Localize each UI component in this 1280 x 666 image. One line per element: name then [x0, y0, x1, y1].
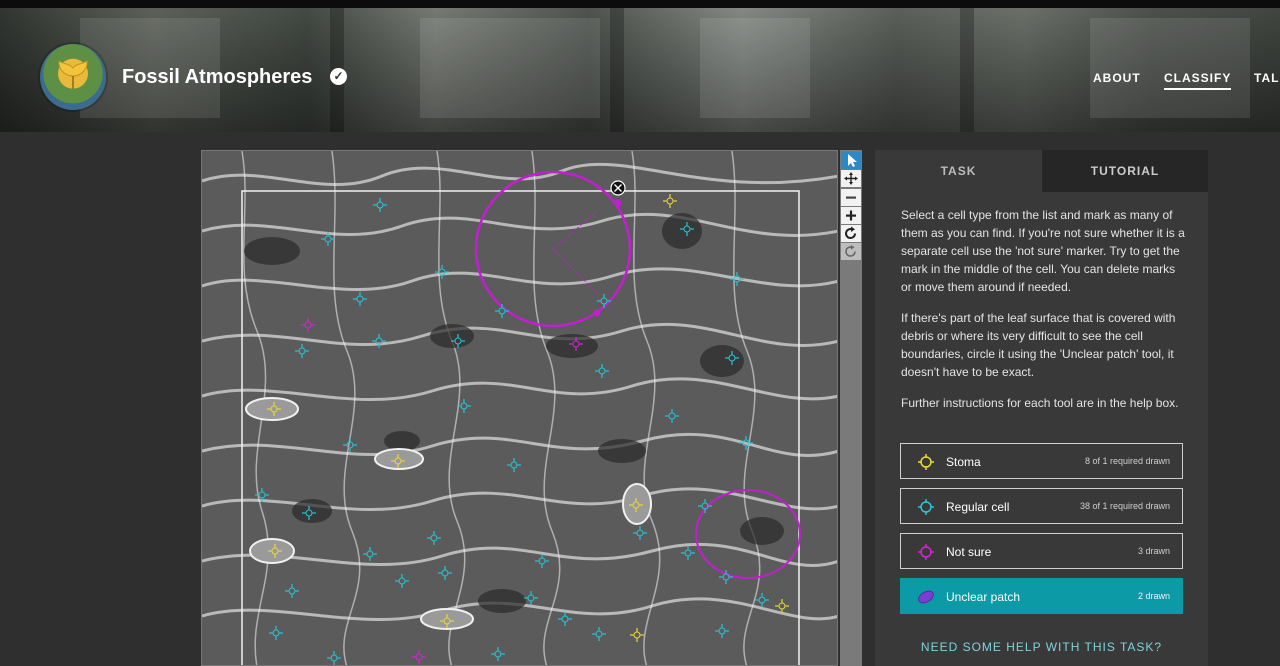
move-icon[interactable] [841, 170, 861, 187]
project-title[interactable]: Fossil Atmospheres [122, 66, 312, 89]
task-tabs: TASK TUTORIAL [875, 150, 1208, 192]
ginkgo-leaf-icon [58, 60, 88, 89]
ellipse-icon [918, 590, 934, 604]
verified-badge-icon: ✓ [330, 68, 347, 85]
header-background-window [700, 18, 810, 118]
tab-task[interactable]: TASK [875, 150, 1042, 192]
task-panel: TASK TUTORIAL Select a cell type from th… [875, 150, 1208, 666]
tool-count: 38 of 1 required drawn [1079, 501, 1170, 511]
tool-count: 3 drawn [1137, 546, 1170, 556]
header-background-window [1090, 18, 1250, 118]
help-link[interactable]: NEED SOME HELP WITH THIS TASK? [875, 640, 1208, 654]
crosshair-icon [918, 454, 934, 470]
nav-talk[interactable]: TALK [1254, 71, 1280, 85]
tool-stoma-button[interactable]: Stoma 8 of 1 required drawn [900, 443, 1183, 479]
delete-mark-icon[interactable] [610, 180, 626, 196]
header-background-column [610, 8, 624, 132]
crosshair-icon [918, 499, 934, 515]
pointer-icon[interactable] [841, 152, 861, 169]
zoom-in-icon[interactable] [841, 207, 861, 224]
tool-count: 2 drawn [1137, 591, 1170, 601]
zoom-out-icon[interactable] [841, 189, 861, 206]
nav-classify[interactable]: CLASSIFY [1164, 71, 1232, 90]
task-instructions-1: Select a cell type from the list and mar… [901, 208, 1185, 294]
project-header: Fossil Atmospheres ✓ ABOUT CLASSIFY TALK [0, 8, 1280, 132]
tab-tutorial[interactable]: TUTORIAL [1042, 150, 1208, 192]
tool-label: Regular cell [946, 500, 1010, 514]
project-avatar[interactable] [40, 44, 106, 110]
top-strip [0, 0, 1280, 8]
rotate-icon[interactable] [841, 225, 861, 242]
task-instructions-3: Further instructions for each tool are i… [901, 396, 1179, 410]
header-background-column [960, 8, 974, 132]
subject-viewer[interactable] [201, 150, 838, 666]
reset-icon[interactable] [841, 243, 861, 260]
header-background-window [420, 18, 600, 118]
tool-unclear-patch-button[interactable]: Unclear patch 2 drawn [900, 578, 1183, 614]
tool-not-sure-button[interactable]: Not sure 3 drawn [900, 533, 1183, 569]
viewer-toolbar [840, 150, 862, 666]
crosshair-icon [918, 544, 934, 560]
tool-label: Unclear patch [946, 590, 1021, 604]
tool-label: Not sure [946, 545, 992, 559]
tool-label: Stoma [946, 455, 981, 469]
tool-count: 8 of 1 required drawn [1084, 456, 1170, 466]
leaf-surface-image[interactable] [202, 151, 838, 666]
tool-regular-cell-button[interactable]: Regular cell 38 of 1 required drawn [900, 488, 1183, 524]
task-instructions-2: If there's part of the leaf surface that… [901, 311, 1176, 379]
nav-about[interactable]: ABOUT [1093, 71, 1141, 85]
